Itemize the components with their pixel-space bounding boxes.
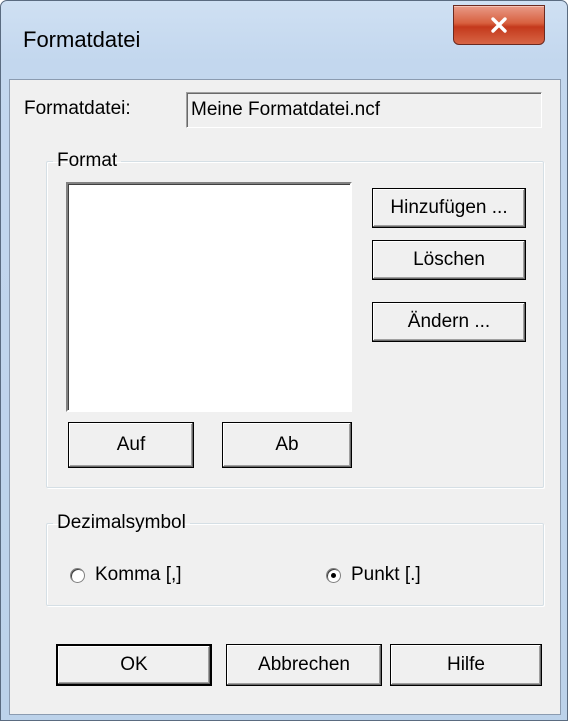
dialog-window: Formatdatei Formatdatei: Meine Formatdat… bbox=[0, 0, 568, 721]
cancel-button-label: Abbrechen bbox=[258, 654, 350, 675]
change-button[interactable]: Ändern ... bbox=[372, 302, 526, 342]
decimal-group: Dezimalsymbol bbox=[46, 512, 544, 606]
ok-button[interactable]: OK bbox=[56, 644, 212, 686]
radio-point[interactable]: Punkt [.] bbox=[326, 564, 421, 586]
delete-button[interactable]: Löschen bbox=[372, 240, 526, 280]
dialog-body: Formatdatei: Meine Formatdatei.ncf Forma… bbox=[9, 79, 561, 715]
ok-button-label: OK bbox=[120, 654, 148, 675]
change-button-label: Ändern ... bbox=[407, 311, 491, 332]
file-label: Formatdatei: bbox=[24, 98, 131, 119]
format-listbox[interactable] bbox=[66, 182, 352, 412]
close-icon bbox=[491, 17, 507, 33]
help-button-label: Hilfe bbox=[446, 654, 485, 675]
radio-point-label: Punkt [.] bbox=[351, 564, 421, 585]
down-button[interactable]: Ab bbox=[222, 422, 352, 468]
file-name-field: Meine Formatdatei.ncf bbox=[186, 92, 542, 128]
window-title: Formatdatei bbox=[23, 27, 141, 52]
down-button-label: Ab bbox=[275, 434, 299, 455]
radio-comma-indicator bbox=[70, 567, 85, 583]
add-button-label: Hinzufügen ... bbox=[390, 197, 508, 218]
radio-comma[interactable]: Komma [,] bbox=[70, 564, 182, 586]
up-button[interactable]: Auf bbox=[68, 422, 194, 468]
decimal-group-legend: Dezimalsymbol bbox=[57, 512, 186, 533]
radio-comma-label: Komma [,] bbox=[95, 564, 182, 585]
delete-button-label: Löschen bbox=[413, 249, 485, 270]
format-group-legend: Format bbox=[57, 150, 118, 171]
add-button[interactable]: Hinzufügen ... bbox=[372, 188, 526, 228]
title-bar[interactable]: Formatdatei bbox=[1, 1, 567, 81]
up-button-label: Auf bbox=[116, 434, 146, 455]
help-button[interactable]: Hilfe bbox=[390, 644, 542, 686]
close-button[interactable] bbox=[453, 5, 545, 45]
cancel-button[interactable]: Abbrechen bbox=[226, 644, 382, 686]
radio-point-indicator bbox=[326, 567, 341, 583]
